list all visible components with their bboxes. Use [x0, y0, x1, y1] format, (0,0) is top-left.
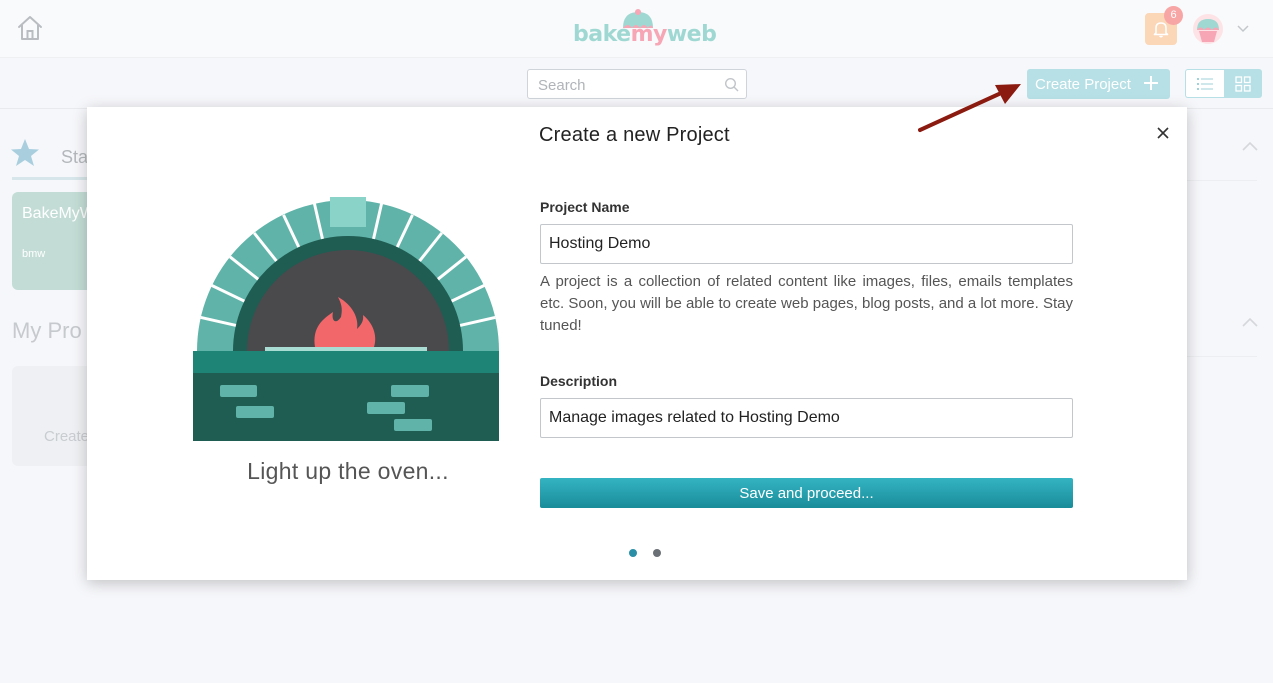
project-card-subtitle: bmw — [22, 248, 46, 260]
grid-view-button[interactable] — [1224, 69, 1262, 98]
step-indicator-active[interactable] — [629, 549, 637, 557]
toolbar: Create Project — [0, 59, 1273, 109]
oven-illustration — [193, 197, 499, 441]
tab-starred[interactable]: Sta — [61, 147, 88, 168]
chevron-up-icon[interactable] — [1241, 140, 1259, 152]
chevron-up-icon[interactable] — [1241, 316, 1259, 328]
close-icon[interactable] — [1155, 125, 1171, 141]
star-icon[interactable] — [10, 138, 40, 168]
search-input[interactable] — [536, 75, 716, 95]
notifications-button[interactable]: 6 — [1145, 6, 1183, 45]
search-icon[interactable] — [724, 77, 740, 93]
create-project-label: Create Project — [1035, 75, 1131, 93]
search-box — [527, 69, 747, 99]
description-label: Description — [540, 373, 618, 389]
top-header: bakemyweb 6 — [0, 0, 1273, 58]
list-view-button[interactable] — [1185, 69, 1224, 98]
my-projects-heading: My Pro — [12, 318, 82, 343]
step-indicator[interactable] — [653, 549, 661, 557]
annotation-arrow — [918, 84, 1021, 132]
project-name-input[interactable] — [540, 224, 1073, 264]
description-input[interactable] — [540, 398, 1073, 438]
chevron-down-icon[interactable] — [1236, 21, 1250, 35]
project-name-label: Project Name — [540, 199, 630, 215]
section-divider — [1185, 180, 1257, 181]
create-project-modal: Create a new Project Light up the oven..… — [87, 107, 1187, 580]
grid-icon — [1235, 76, 1251, 92]
project-card-title: BakeMyW — [22, 205, 95, 222]
save-and-proceed-button[interactable]: Save and proceed... — [540, 478, 1073, 508]
section-divider — [1185, 356, 1257, 357]
modal-title: Create a new Project — [539, 124, 730, 146]
illustration-caption: Light up the oven... — [247, 458, 449, 484]
home-icon[interactable] — [16, 14, 44, 42]
tab-active-indicator — [12, 177, 90, 180]
create-project-button[interactable]: Create Project — [1027, 69, 1170, 99]
notification-count-badge: 6 — [1164, 6, 1183, 25]
project-help-text: A project is a collection of related con… — [540, 273, 1073, 334]
list-icon — [1197, 78, 1213, 90]
plus-icon — [1144, 76, 1158, 90]
bakemyweb-logo[interactable]: bakemyweb — [573, 8, 717, 52]
create-project-card-label: Create — [44, 428, 90, 445]
user-avatar[interactable] — [1192, 13, 1224, 45]
logo-text: bakemyweb — [573, 22, 717, 47]
